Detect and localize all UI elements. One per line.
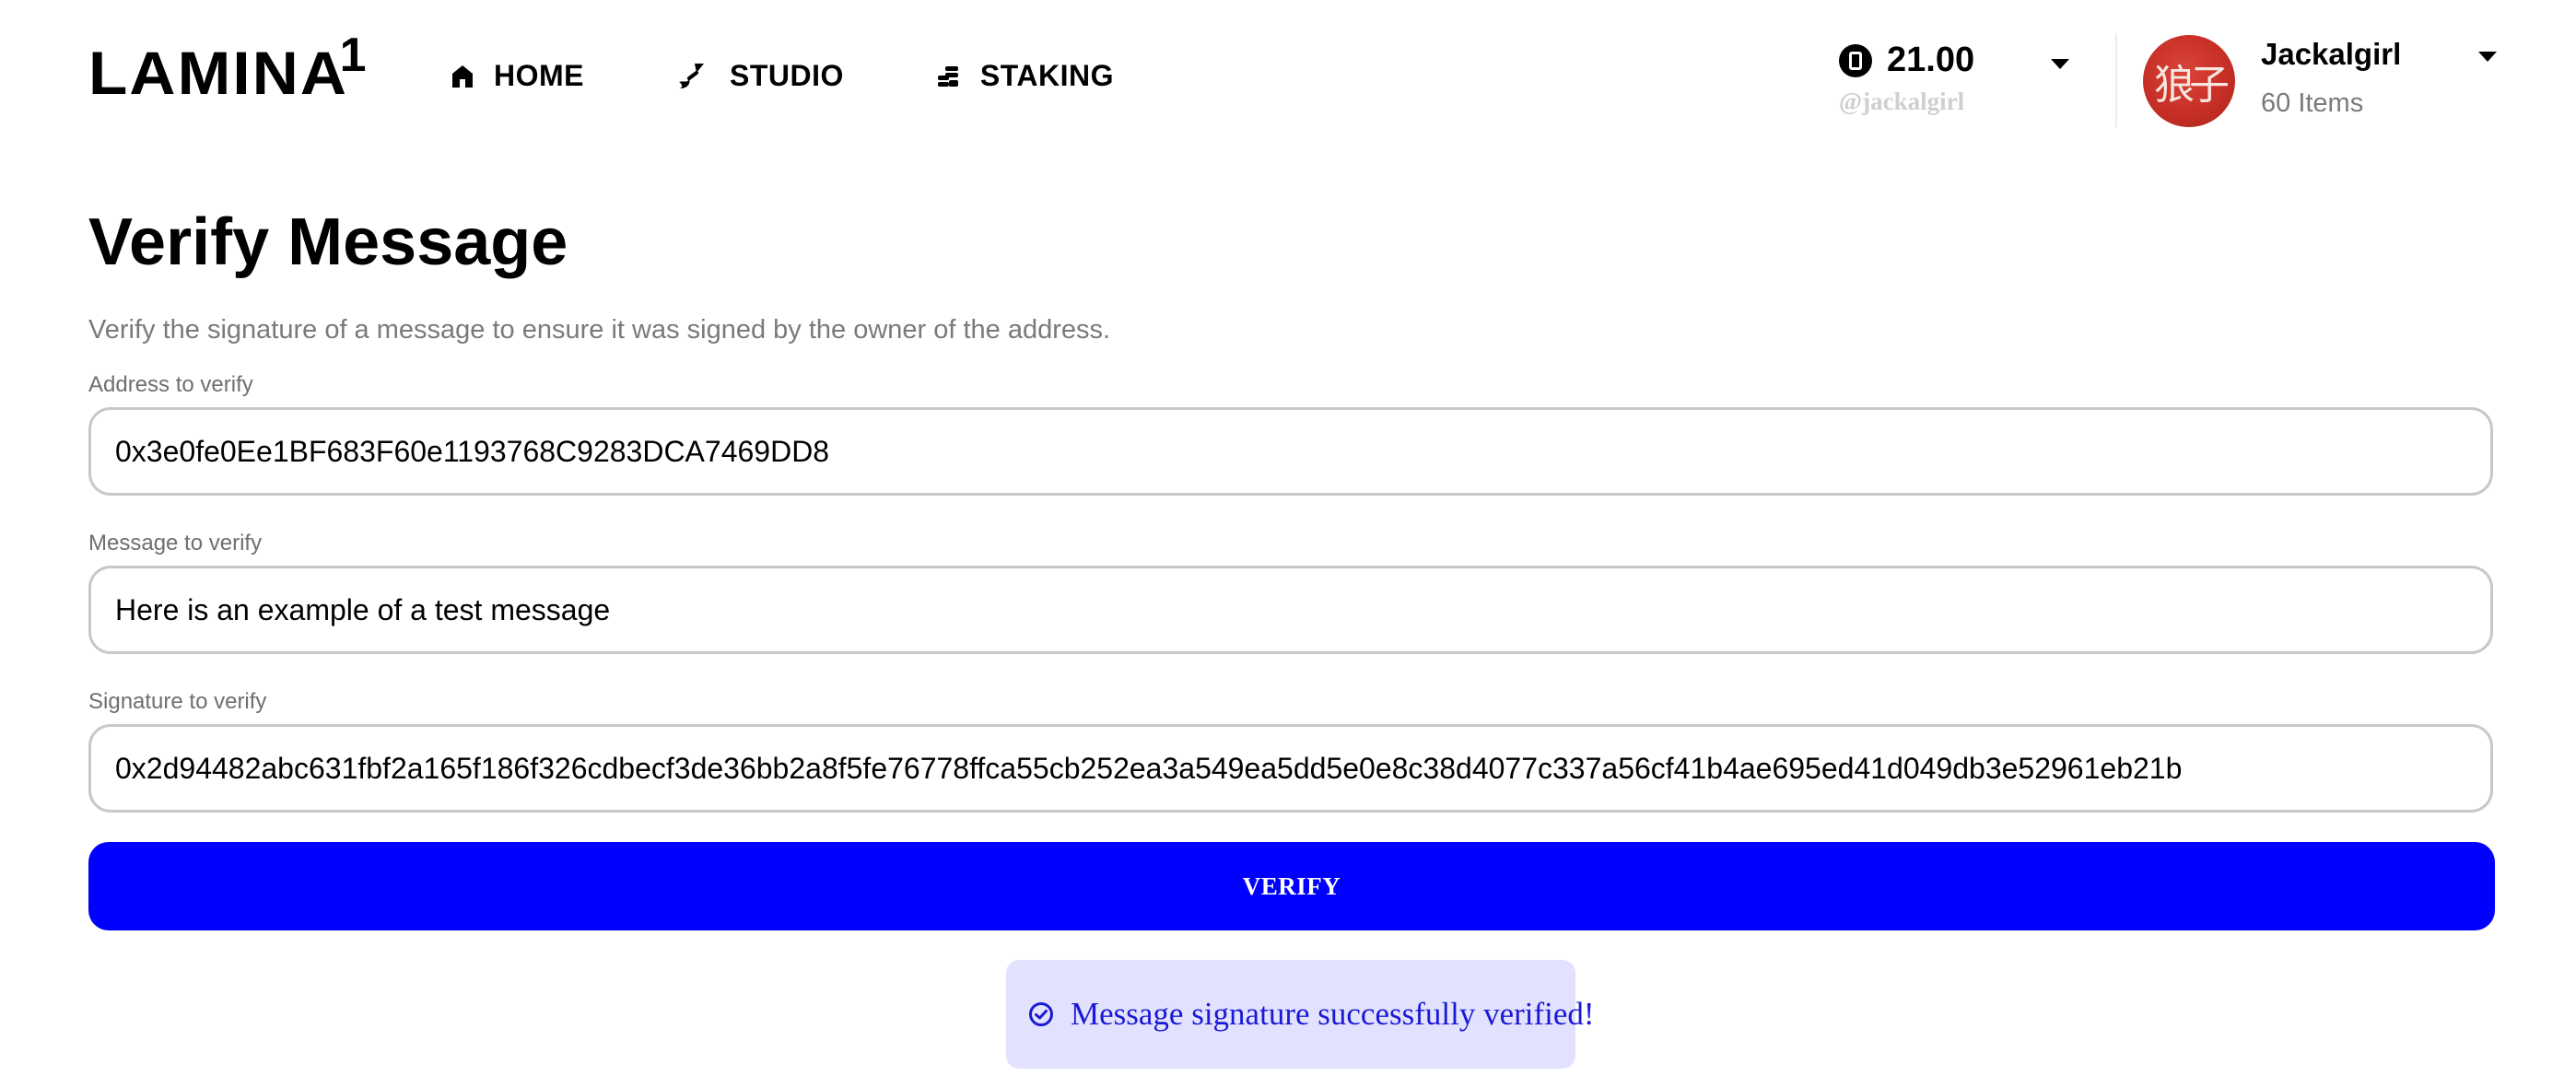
verify-button[interactable]: VERIFY — [88, 842, 2495, 930]
wallet-balance[interactable]: 21.00 @jackalgirl — [1839, 41, 2069, 123]
nav-item-studio[interactable]: STUDIO — [676, 59, 844, 93]
header-divider — [2115, 33, 2117, 127]
message-input[interactable] — [88, 566, 2493, 654]
success-message: Message signature successfully verified! — [1071, 996, 1595, 1032]
user-menu[interactable]: 狼子 Jackalgirl 60 Items — [2143, 35, 2512, 131]
nav-label-staking: STAKING — [979, 59, 1115, 92]
address-label: Address to verify — [88, 372, 253, 397]
balance-amount: 21.00 — [1887, 41, 1975, 79]
avatar[interactable]: 狼子 — [2143, 35, 2235, 127]
nav-item-staking[interactable]: STAKING — [936, 59, 1114, 93]
nav-item-home[interactable]: HOME — [451, 59, 584, 93]
brush-icon — [679, 63, 704, 88]
avatar-glyph: 狼子 — [2154, 62, 2230, 109]
message-label: Message to verify — [88, 531, 263, 556]
signature-input[interactable] — [88, 724, 2493, 813]
page-description: Verify the signature of a message to ens… — [88, 315, 1111, 345]
coins-icon — [937, 65, 958, 87]
chevron-down-icon[interactable] — [2478, 52, 2497, 62]
success-alert: Message signature successfully verified! — [1006, 960, 1595, 1069]
nav-label-home: HOME — [494, 59, 584, 92]
lamina-coin-icon — [1839, 43, 1872, 77]
page-title: Verify Message — [88, 205, 568, 279]
signature-label: Signature to verify — [88, 689, 267, 714]
main-nav: HOME STUDIO STAKING — [451, 59, 1206, 93]
chevron-down-icon[interactable] — [2051, 59, 2069, 69]
home-icon — [452, 64, 473, 88]
logo-text: LAMINA — [88, 39, 349, 107]
user-name: Jackalgirl — [2261, 37, 2402, 71]
lamina-logo[interactable]: LAMINA 1 — [88, 31, 367, 103]
nav-label-studio: STUDIO — [730, 59, 844, 92]
address-input[interactable] — [88, 407, 2493, 496]
top-navbar: LAMINA 1 HOME STUDIO STAKING 21.00 @jack… — [0, 0, 2576, 138]
check-circle-icon — [1029, 1002, 1053, 1026]
user-items-count: 60 Items — [2261, 88, 2364, 118]
wallet-handle: @jackalgirl — [1839, 88, 1965, 115]
balance-row[interactable]: 21.00 — [1839, 41, 2069, 80]
